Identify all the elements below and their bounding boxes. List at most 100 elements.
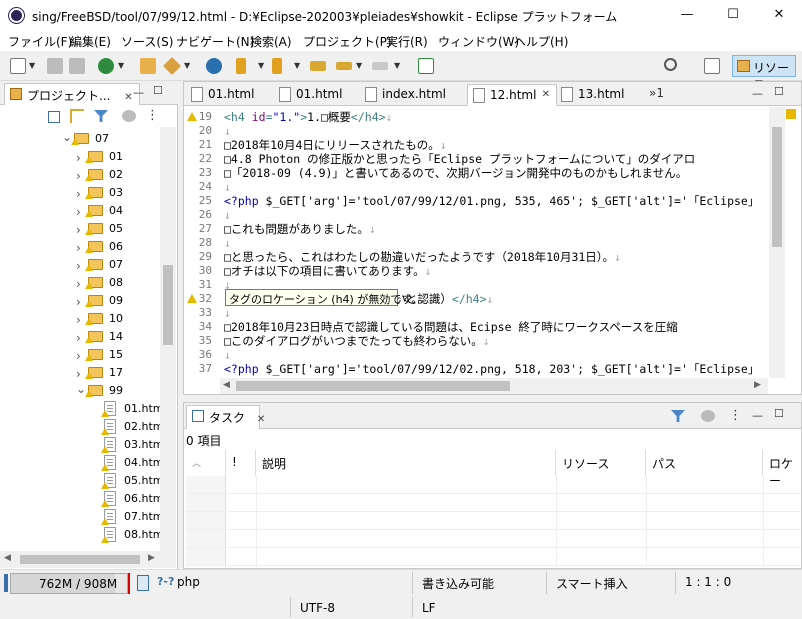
run-dropdown-icon[interactable]: ▼ — [118, 61, 124, 70]
code-line[interactable]: 35 □このダイアログがいつまでたっても終わらない。↓ — [184, 334, 764, 348]
next-annotation-icon[interactable] — [236, 58, 246, 74]
tree-folder-item[interactable]: › 10 — [0, 310, 160, 328]
save-all-icon[interactable] — [69, 58, 85, 74]
tree-folder-item[interactable]: ⌄ 07 — [0, 130, 160, 148]
tree-file-item[interactable]: 03.htm — [0, 436, 164, 454]
tree-folder-item[interactable]: › 09 — [0, 292, 160, 310]
more-tabs-indicator[interactable]: »1 — [649, 86, 664, 100]
tree-file-item[interactable]: 08.htm — [0, 526, 164, 544]
tree-file-item[interactable]: 02.htm — [0, 418, 164, 436]
maximize-button[interactable]: ☐ — [710, 0, 756, 31]
table-row[interactable] — [186, 476, 801, 494]
collapsed-chevron-icon[interactable]: › — [76, 313, 81, 327]
code-line[interactable]: 19 <h4 id="1.">1.□概要</h4>↓ — [184, 110, 764, 124]
maximize-view-icon[interactable]: ☐ — [153, 84, 163, 97]
location-column-header[interactable]: ロケー — [763, 450, 801, 488]
tree-file-item[interactable]: 06.htm — [0, 490, 164, 508]
menu-search[interactable]: 検索(A) — [250, 33, 292, 50]
tasks-close-icon[interactable]: ✕ — [257, 414, 265, 425]
minimize-view-icon[interactable]: — — [133, 86, 144, 99]
tree-folder-item[interactable]: › 06 — [0, 238, 160, 256]
collapsed-chevron-icon[interactable]: › — [76, 205, 81, 219]
collapsed-chevron-icon[interactable]: › — [76, 295, 81, 309]
tree-file-item[interactable]: 05.htm — [0, 472, 164, 490]
menu-run[interactable]: 実行(R) — [386, 33, 428, 50]
menu-help[interactable]: ヘルプ(H) — [514, 33, 568, 50]
editor-tab-12-html[interactable]: 12.html ✕ — [467, 84, 557, 106]
new-dropdown-icon[interactable]: ▼ — [29, 61, 35, 70]
filter-icon[interactable] — [94, 110, 108, 122]
collapsed-chevron-icon[interactable]: › — [76, 349, 81, 363]
open-perspective-icon[interactable] — [704, 58, 720, 74]
tree-file-item[interactable]: 07.htm — [0, 508, 164, 526]
editor-vertical-scrollbar[interactable] — [769, 107, 785, 378]
back-dropdown-icon[interactable]: ▼ — [356, 61, 362, 70]
tree-folder-item[interactable]: › 17 — [0, 364, 160, 382]
tree-folder-item[interactable]: › 03 — [0, 184, 160, 202]
collapsed-chevron-icon[interactable]: › — [76, 367, 81, 381]
table-row[interactable] — [186, 530, 801, 548]
tree-folder-item[interactable]: › 05 — [0, 220, 160, 238]
tree-file-item[interactable]: 01.htm — [0, 400, 164, 418]
tree-folder-item[interactable]: › 08 — [0, 274, 160, 292]
collapsed-chevron-icon[interactable]: › — [76, 241, 81, 255]
run-icon[interactable] — [98, 58, 114, 74]
close-button[interactable]: ✕ — [756, 0, 802, 31]
expanded-chevron-icon[interactable]: ⌄ — [62, 130, 72, 144]
scroll-right-icon[interactable]: ▶ — [754, 380, 761, 390]
next-annotation-dropdown-icon[interactable]: ▼ — [258, 61, 264, 70]
tasks-minimize-icon[interactable]: — — [752, 409, 763, 422]
table-row[interactable] — [186, 494, 801, 512]
path-column-header[interactable]: パス — [646, 450, 763, 476]
tree-scroll-thumb[interactable] — [163, 265, 173, 345]
line-delimiter-status[interactable]: LF — [422, 601, 436, 615]
editor-tab-13-html[interactable]: 13.html — [556, 84, 646, 106]
project-explorer-close-icon[interactable]: ✕ — [124, 92, 132, 103]
forward-icon[interactable] — [372, 62, 388, 70]
new-icon[interactable] — [10, 58, 26, 74]
tasks-tab[interactable]: タスク ✕ — [186, 405, 265, 429]
priority-column-header[interactable]: ! — [226, 450, 256, 476]
collapsed-chevron-icon[interactable]: › — [76, 259, 81, 273]
forward-dropdown-icon[interactable]: ▼ — [394, 61, 400, 70]
back-icon[interactable] — [336, 62, 352, 70]
code-line[interactable]: 29 □と思ったら、これはわたしの勘違いだったようです（2018年10月31日）。… — [184, 250, 764, 264]
code-line[interactable]: 36 ↓ — [184, 348, 764, 362]
tree-folder-item[interactable]: › 01 — [0, 148, 160, 166]
description-column-header[interactable]: 説明 — [256, 450, 556, 476]
editor-scroll-thumb[interactable] — [772, 127, 782, 247]
search-icon[interactable] — [664, 58, 677, 71]
tree-folder-item[interactable]: ⌄ 99 — [0, 382, 160, 400]
tree-file-item[interactable]: 04.htm — [0, 454, 164, 472]
encoding-status[interactable]: UTF-8 — [300, 601, 335, 615]
resource-perspective-button[interactable]: リソース — [732, 55, 796, 92]
tree-vertical-scrollbar[interactable] — [160, 127, 176, 551]
status-trim-handle[interactable] — [4, 574, 8, 592]
view-options-icon[interactable] — [122, 110, 136, 122]
tree-folder-item[interactable]: › 15 — [0, 346, 160, 364]
code-line[interactable]: 28 ↓ — [184, 236, 764, 250]
code-line[interactable]: 20 ↓ — [184, 124, 764, 138]
menu-project[interactable]: プロジェクト(P) — [303, 33, 392, 50]
tasks-options-icon[interactable] — [701, 410, 715, 422]
tree-folder-item[interactable]: › 14 — [0, 328, 160, 346]
code-line[interactable]: 26 ↓ — [184, 208, 764, 222]
code-line[interactable]: 22 □4.8 Photon の修正版かと思ったら「Eclipse プラットフォー… — [184, 152, 764, 166]
scroll-left-icon[interactable]: ◀ — [4, 553, 11, 563]
resource-column-header[interactable]: リソース — [556, 450, 646, 476]
collapsed-chevron-icon[interactable]: › — [76, 187, 81, 201]
editor-tab-index-html[interactable]: index.html — [360, 84, 466, 106]
open-folder-icon[interactable] — [140, 58, 156, 74]
overview-ruler-warning[interactable] — [786, 109, 796, 119]
last-edit-icon[interactable] — [310, 61, 326, 71]
scroll-left-icon[interactable]: ◀ — [223, 380, 230, 390]
collapsed-chevron-icon[interactable]: › — [76, 169, 81, 183]
editor-minimize-icon[interactable]: — — [752, 87, 763, 100]
tasks-filter-icon[interactable] — [671, 410, 685, 422]
code-text[interactable]: 19 <h4 id="1.">1.□概要</h4>↓ 20 ↓ 21 □2018年10月4… — [184, 107, 768, 377]
code-line[interactable]: 30 □オチは以下の項目に書いてあります。↓ — [184, 264, 764, 278]
code-line[interactable]: 33 ↓ — [184, 306, 764, 320]
tree-horizontal-scrollbar[interactable]: ◀ ▶ — [0, 551, 176, 568]
link-with-editor-icon[interactable] — [70, 109, 84, 123]
sort-column-header[interactable]: ︿ — [186, 450, 226, 476]
